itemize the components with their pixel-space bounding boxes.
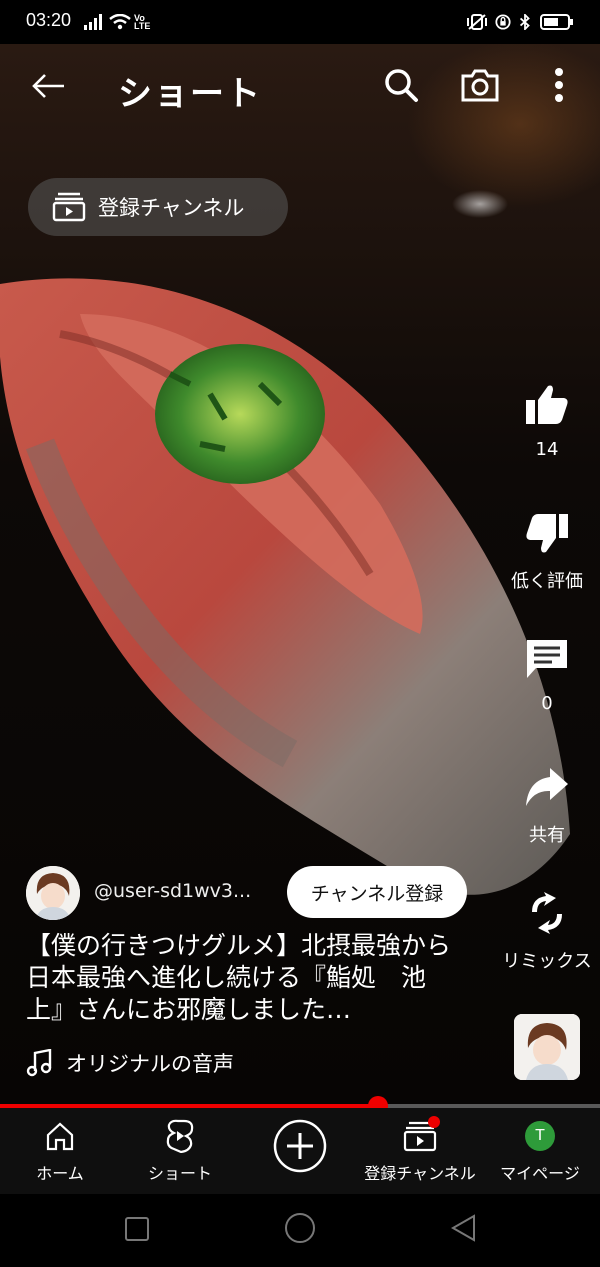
remix-icon [532,892,562,934]
nav-shorts-label: ショート [147,1164,212,1183]
remix-button[interactable]: リミックス [497,890,597,973]
music-note-icon [26,1049,52,1077]
avatar-illustration [26,866,80,920]
dislike-label: 低く評価 [511,571,583,592]
back-button[interactable] [26,66,70,106]
search-icon [385,69,418,102]
home-icon [46,1122,74,1151]
nav-home-label: ホーム [36,1164,84,1183]
status-time: 03:20 [26,10,72,30]
nav-create[interactable] [240,1114,360,1178]
nav-home[interactable]: ホーム [0,1118,120,1184]
lock-rotation-icon [495,14,511,30]
system-navigation-bar [0,1194,600,1267]
sound-source-thumbnail[interactable] [514,1014,580,1080]
more-vertical-icon [555,68,563,102]
avatar-illustration [514,1014,580,1080]
sound-row[interactable]: オリジナルの音声 [26,1048,234,1078]
back-triangle-icon[interactable] [450,1214,476,1242]
sound-label: オリジナルの音声 [66,1052,234,1076]
comments-button[interactable]: 0 [497,636,597,714]
home-circle-icon[interactable] [284,1212,316,1244]
share-button[interactable]: 共有 [497,764,597,847]
thumbs-up-icon [526,385,568,424]
create-plus-icon [273,1119,327,1173]
page-title: ショート [118,74,262,114]
new-content-dot [428,1116,440,1128]
status-bar: 03:20 Vo LTE [0,0,600,44]
like-button[interactable]: 14 [497,382,597,460]
share-icon [526,768,568,806]
search-button[interactable] [380,64,422,106]
shorts-icon [166,1119,194,1153]
dislike-button[interactable]: 低く評価 [497,510,597,593]
top-bar: ショート [0,44,600,128]
more-options-button[interactable] [544,64,574,106]
nav-library[interactable]: T マイページ [480,1118,600,1184]
nav-library-label: マイページ [500,1164,580,1183]
recents-icon[interactable] [124,1216,150,1242]
channel-avatar[interactable] [26,866,80,920]
nav-shorts[interactable]: ショート [120,1118,240,1184]
account-avatar: T [525,1121,555,1151]
thumbs-down-icon [526,514,568,553]
wifi-icon [109,14,131,30]
bluetooth-icon [519,14,530,30]
signal-icon [84,14,102,30]
subscribe-button[interactable]: チャンネル登録 [287,866,467,918]
nav-subscriptions[interactable]: 登録チャンネル [360,1116,480,1184]
camera-button[interactable] [458,64,502,106]
nav-subscriptions-label: 登録チャンネル [364,1164,476,1183]
video-title[interactable]: 【僕の行きつけグルメ】北摂最強から日本最強へ進化し続ける『鮨処 池上』さんにお邪… [26,930,456,1026]
battery-icon [540,14,573,30]
comment-count: 0 [541,693,553,714]
back-arrow-icon [32,74,64,98]
camera-icon [461,69,499,102]
comment-icon [527,640,567,678]
channel-row: @user-sd1wv3... チャンネル登録 [26,866,486,920]
remix-label: リミックス [502,951,592,972]
network-label: Vo LTE [134,13,151,31]
subscriptions-pill-label: 登録チャンネル [98,196,245,220]
channel-name[interactable]: @user-sd1wv3... [94,880,251,902]
vibrate-icon [467,14,487,30]
share-label: 共有 [529,825,565,846]
like-count: 14 [535,439,559,460]
subscriptions-icon [52,192,86,222]
bottom-navigation: ホーム ショート 登録チャンネル T マイページ [0,1108,600,1194]
subscriptions-feed-pill[interactable]: 登録チャンネル [28,178,288,236]
